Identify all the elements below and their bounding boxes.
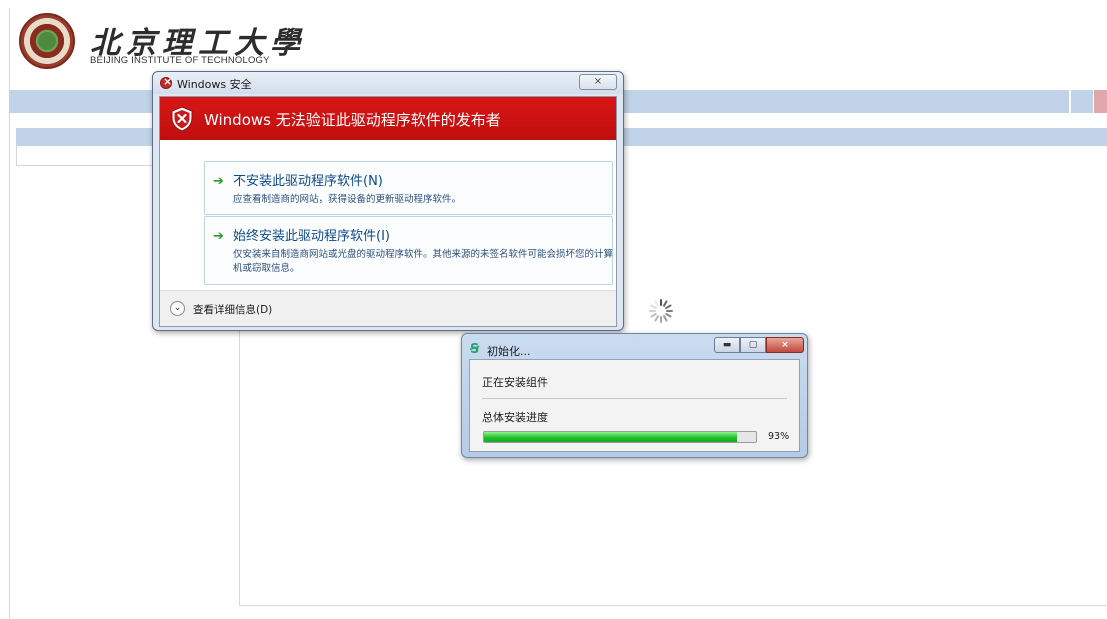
close-button[interactable]: × xyxy=(766,337,804,353)
warning-header-text: Windows 无法验证此驱动程序软件的发布者 xyxy=(204,111,501,129)
installer-icon: Ꞩ xyxy=(470,342,480,357)
install-anyway-option[interactable]: ➔ 始终安装此驱动程序软件(I) 仅安装来自制造商网站或光盘的驱动程序软件。其他… xyxy=(204,216,613,285)
divider xyxy=(482,398,787,399)
progress-bar xyxy=(483,431,757,443)
progress-percent: 93% xyxy=(768,431,790,442)
nav-band-accent xyxy=(1094,90,1107,113)
install-status-text: 正在安装组件 xyxy=(482,376,548,389)
chevron-down-icon[interactable]: ⌄ xyxy=(170,301,185,316)
option-title: 始终安装此驱动程序软件(I) xyxy=(233,229,390,244)
green-arrow-icon: ➔ xyxy=(213,229,224,244)
university-emblem-icon xyxy=(19,13,75,69)
view-details-link[interactable]: 查看详细信息(D) xyxy=(193,302,272,317)
green-arrow-icon: ➔ xyxy=(213,174,224,189)
university-name-en: BEIJING INSTITUTE OF TECHNOLOGY xyxy=(90,55,270,66)
spinner-icon xyxy=(649,299,673,323)
dialog-titlebar[interactable]: Windows 安全 ⨯ xyxy=(153,72,623,94)
progress-bar-fill xyxy=(484,432,737,442)
progress-label: 总体安装进度 xyxy=(482,411,548,424)
option-description: 仅安装来自制造商网站或光盘的驱动程序软件。其他来源的未签名软件可能会损坏您的计算… xyxy=(233,249,614,274)
dialog-title: Windows 安全 xyxy=(177,78,252,91)
warning-header: Windows 无法验证此驱动程序软件的发布者 xyxy=(160,97,616,140)
nav-band-segment xyxy=(1071,90,1093,113)
dialog-body: Windows 无法验证此驱动程序软件的发布者 ➔ 不安装此驱动程序软件(N) … xyxy=(159,96,617,327)
dont-install-option[interactable]: ➔ 不安装此驱动程序软件(N) 应查看制造商的网站，获得设备的更新驱动程序软件。 xyxy=(204,161,613,215)
option-description: 应查看制造商的网站，获得设备的更新驱动程序软件。 xyxy=(233,194,462,205)
minimize-button[interactable]: ▬ xyxy=(714,337,740,353)
security-shield-icon xyxy=(160,75,172,89)
windows-security-dialog: Windows 安全 ⨯ Windows 无法验证此驱动程序软件的发布者 ➔ 不… xyxy=(152,71,624,331)
close-button[interactable]: ⨯ xyxy=(579,74,617,90)
shield-x-icon xyxy=(171,106,193,132)
init-progress-window: Ꞩ 初始化... ▬ ▢ × 正在安装组件 总体安装进度 93% xyxy=(461,333,808,458)
maximize-button[interactable]: ▢ xyxy=(740,337,766,353)
init-window-body: 正在安装组件 总体安装进度 93% xyxy=(469,359,800,452)
init-window-title: 初始化... xyxy=(487,345,531,358)
option-title: 不安装此驱动程序软件(N) xyxy=(233,174,383,189)
dialog-footer: ⌄ 查看详细信息(D) xyxy=(160,290,616,326)
desktop: 北京理工大學 BEIJING INSTITUTE OF TECHNOLOGY W… xyxy=(0,0,1107,619)
